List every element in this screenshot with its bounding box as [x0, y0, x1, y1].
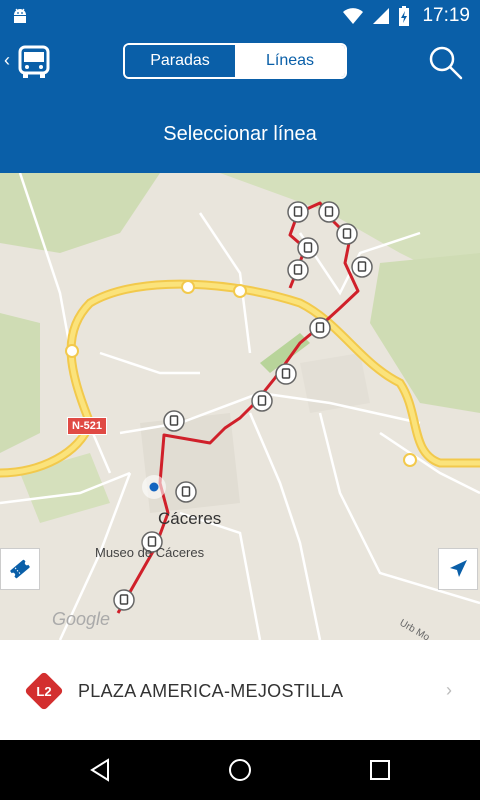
battery-icon: [399, 6, 410, 26]
app-bar: ‹ Paradas Líneas: [0, 32, 480, 96]
back-icon[interactable]: ‹: [4, 50, 10, 71]
search-icon[interactable]: [428, 45, 464, 81]
segmented-control: Paradas Líneas: [123, 43, 347, 79]
google-watermark: Google: [52, 609, 111, 629]
ticket-icon: [10, 559, 30, 579]
line-list-item[interactable]: L2 PLAZA AMERICA-MEJOSTILLA ›: [0, 640, 480, 740]
tab-paradas[interactable]: Paradas: [125, 45, 235, 77]
signal-icon: [373, 8, 390, 24]
status-time: 17:19: [422, 5, 470, 26]
nav-recents-icon[interactable]: [368, 758, 392, 782]
road-label: N-521: [67, 417, 107, 435]
page-title: Seleccionar línea: [163, 123, 317, 145]
status-bar: 17:19: [0, 0, 480, 32]
map-view[interactable]: N-521 Cáceres Museo de Cáceres Google Ur…: [0, 173, 480, 640]
chevron-right-icon: ›: [446, 680, 452, 700]
locate-button[interactable]: [438, 548, 478, 590]
line-badge-text: L2: [36, 683, 52, 699]
city-label: Cáceres: [158, 509, 222, 528]
system-nav-bar: [0, 740, 480, 800]
android-icon: [14, 8, 26, 23]
nav-back-icon[interactable]: [88, 758, 112, 782]
tab-lineas[interactable]: Líneas: [235, 45, 345, 77]
bus-icon[interactable]: [16, 44, 52, 80]
nav-home-icon[interactable]: [228, 758, 252, 782]
page-title-bar: Seleccionar línea: [0, 96, 480, 182]
museum-label: Museo de Cáceres: [95, 545, 205, 560]
ticket-button[interactable]: [0, 548, 40, 590]
line-name: PLAZA AMERICA-MEJOSTILLA: [78, 681, 344, 701]
navigation-arrow-icon: [450, 560, 467, 577]
line-badge: L2: [24, 671, 64, 711]
wifi-icon: [343, 8, 364, 24]
map-canvas: [0, 173, 480, 640]
